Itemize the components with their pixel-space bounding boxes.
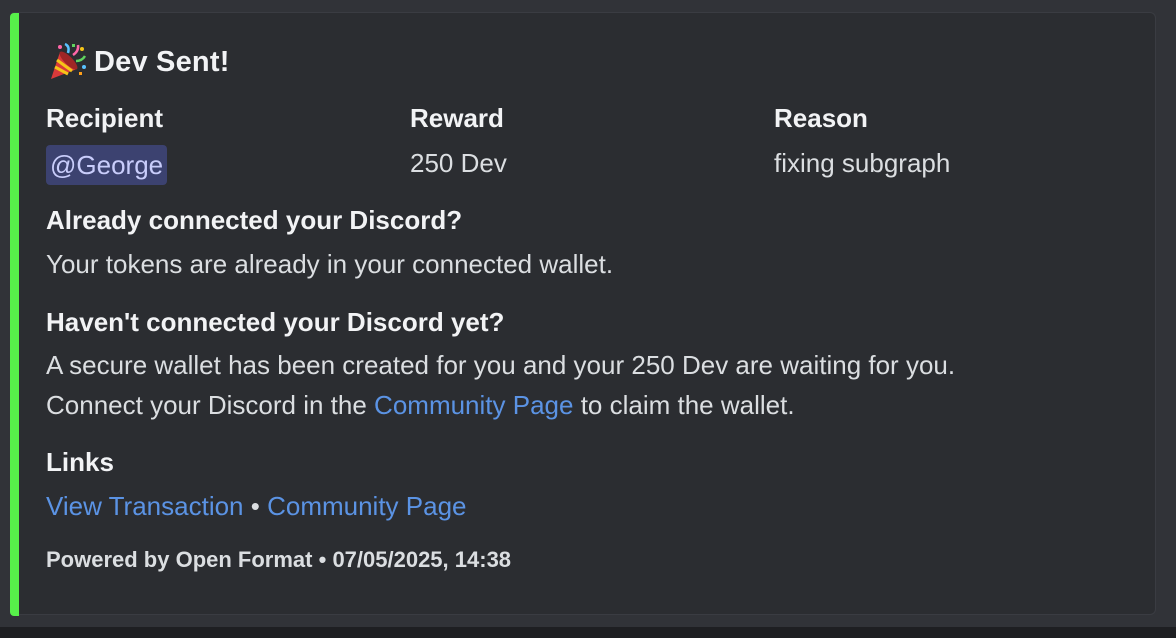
embed-title: Dev Sent! (46, 42, 230, 82)
footer-text: Powered by Open Format (46, 547, 313, 572)
field-name-recipient: Recipient (46, 103, 164, 133)
community-page-link[interactable]: Community Page (374, 390, 573, 420)
already-connected-text: Your tokens are already in your connecte… (46, 249, 614, 279)
embed-accent-bar (10, 13, 19, 616)
field-value-reward: 250 Dev (410, 148, 507, 178)
not-connected-line1: A secure wallet has been created for you… (46, 350, 956, 380)
footer-separator: • (312, 547, 333, 572)
links-row: View Transaction • Community Page (46, 491, 467, 522)
party-popper-icon (51, 42, 87, 79)
footer-timestamp: 07/05/2025, 14:38 (332, 547, 512, 572)
already-connected-heading: Already connected your Discord? (46, 205, 463, 235)
embed-title-text: Dev Sent! (94, 45, 230, 78)
not-connected-line2-prefix: Connect your Discord in the (46, 390, 375, 420)
links-separator: • (243, 491, 268, 521)
not-connected-heading: Haven't connected your Discord yet? (46, 307, 505, 337)
community-page-link-footer[interactable]: Community Page (267, 491, 466, 521)
links-heading: Links (46, 447, 114, 477)
previous-message-remnant (90, 0, 300, 2)
field-name-reward: Reward (410, 103, 504, 133)
embed-footer: Powered by Open Format • 07/05/2025, 14:… (46, 547, 511, 573)
not-connected-line2-suffix: to claim the wallet. (573, 390, 795, 420)
field-value-reason: fixing subgraph (774, 148, 951, 178)
chat-bottom-strip (0, 627, 1176, 638)
bot-embed: Dev Sent! Recipient @George Reward 250 D… (10, 12, 1156, 616)
view-transaction-link[interactable]: View Transaction (46, 491, 244, 521)
field-name-reason: Reason (774, 103, 868, 133)
user-mention-george[interactable]: @George (46, 145, 168, 185)
not-connected-line2: Connect your Discord in the Community Pa… (46, 390, 795, 421)
